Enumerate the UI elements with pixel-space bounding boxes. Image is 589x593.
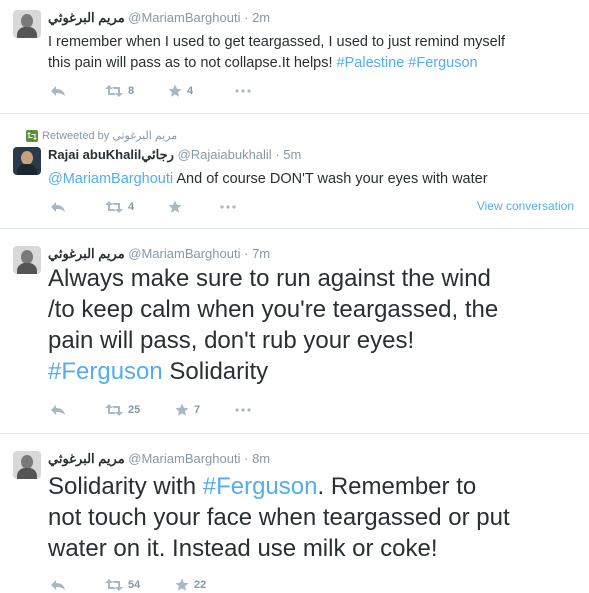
- retweet-badge: [26, 130, 38, 142]
- retweeter-name[interactable]: مريم البرغوثي: [112, 130, 177, 142]
- retweet-icon: [105, 579, 123, 591]
- avatar[interactable]: [13, 147, 41, 175]
- tweet-text-body: Always make sure to run against the wind…: [48, 265, 499, 354]
- star-icon: [168, 200, 182, 213]
- user-handle[interactable]: @MariamBarghouti: [128, 246, 240, 261]
- tweet[interactable]: مريم البرغوثي @MariamBarghouti · 8m Soli…: [0, 433, 589, 591]
- user-name[interactable]: مريم البرغوثي: [48, 246, 125, 261]
- reply-icon: [51, 202, 65, 212]
- reply-button[interactable]: [50, 402, 66, 418]
- favorite-count: 22: [194, 579, 207, 591]
- retweeted-by-label: Retweeted by: [42, 130, 110, 142]
- tweet-text: @MariamBarghouti And of course DON'T was…: [48, 169, 578, 190]
- favorite-count: 4: [187, 85, 194, 97]
- retweet-button[interactable]: 4: [105, 199, 134, 215]
- retweet-button[interactable]: 25: [105, 402, 140, 418]
- more-button[interactable]: [220, 199, 236, 215]
- hashtag-palestine[interactable]: #Palestine: [337, 55, 405, 71]
- tweet-text: Always make sure to run against the wind…: [48, 263, 583, 387]
- favorite-button[interactable]: [168, 199, 182, 215]
- tweet-actions: 54 22: [48, 577, 528, 593]
- star-icon: [175, 578, 189, 591]
- retweet-count: 25: [128, 404, 141, 416]
- separator: ·: [244, 10, 249, 25]
- tweet-text-tail: Solidarity: [162, 358, 269, 385]
- timestamp[interactable]: 5m: [283, 147, 301, 162]
- tweet-header: Rajai abuKhalilرجائي @Rajaiabukhalil · 5…: [48, 147, 301, 163]
- mention-link[interactable]: @MariamBarghouti: [48, 171, 173, 187]
- favorite-button[interactable]: 7: [175, 402, 200, 418]
- user-handle[interactable]: @MariamBarghouti: [128, 10, 240, 25]
- tweet-text-head: Solidarity with: [48, 473, 203, 500]
- reply-button[interactable]: [50, 577, 66, 593]
- tweet-text: Solidarity with #Ferguson. Remember to n…: [48, 471, 583, 564]
- timestamp[interactable]: 8m: [252, 451, 270, 466]
- favorite-button[interactable]: 22: [175, 577, 206, 593]
- view-conversation-link[interactable]: View conversation: [477, 199, 574, 213]
- more-button[interactable]: [235, 402, 251, 418]
- retweet-count: 8: [128, 85, 135, 97]
- retweet-icon: [105, 85, 123, 97]
- tweet-actions: 8 4: [48, 83, 528, 99]
- tweet-header: مريم البرغوثي @MariamBarghouti · 7m: [48, 246, 270, 262]
- tweet[interactable]: مريم البرغوثي @MariamBarghouti · 7m Alwa…: [0, 228, 589, 434]
- avatar[interactable]: [13, 10, 41, 38]
- avatar[interactable]: [13, 246, 41, 274]
- star-icon: [175, 403, 189, 416]
- user-name[interactable]: Rajai abuKhalilرجائي: [48, 147, 174, 162]
- timestamp[interactable]: 2m: [252, 10, 270, 25]
- retweet-icon: [27, 132, 37, 140]
- retweet-count: 54: [128, 579, 141, 591]
- reply-icon: [51, 86, 65, 96]
- tweet-text-body: And of course DON'T wash your eyes with …: [173, 171, 488, 187]
- retweet-count: 4: [128, 201, 135, 213]
- tweet[interactable]: Retweeted by مريم البرغوثي Rajai abuKhal…: [0, 113, 589, 229]
- retweeted-by: Retweeted by مريم البرغوثي: [42, 129, 177, 142]
- reply-button[interactable]: [50, 199, 66, 215]
- tweet[interactable]: مريم البرغوثي @MariamBarghouti · 2m I re…: [0, 0, 589, 114]
- more-button[interactable]: [235, 83, 251, 99]
- user-handle[interactable]: @MariamBarghouti: [128, 451, 240, 466]
- reply-icon: [51, 405, 65, 415]
- reply-icon: [51, 580, 65, 590]
- more-icon: [235, 89, 251, 93]
- retweet-icon: [105, 201, 123, 213]
- favorite-button[interactable]: 4: [168, 83, 193, 99]
- avatar[interactable]: [13, 451, 41, 479]
- retweet-icon: [105, 404, 123, 416]
- tweet-header: مريم البرغوثي @MariamBarghouti · 2m: [48, 10, 270, 26]
- retweet-button[interactable]: 54: [105, 577, 140, 593]
- more-icon: [220, 205, 236, 209]
- tweet-header: مريم البرغوثي @MariamBarghouti · 8m: [48, 451, 270, 467]
- separator: ·: [244, 246, 249, 261]
- user-name[interactable]: مريم البرغوثي: [48, 10, 125, 25]
- more-icon: [235, 408, 251, 412]
- hashtag-ferguson[interactable]: #Ferguson: [408, 55, 477, 71]
- retweet-button[interactable]: 8: [105, 83, 134, 99]
- tweet-text: I remember when I used to get teargassed…: [48, 32, 578, 74]
- hashtag-ferguson[interactable]: #Ferguson: [203, 473, 318, 500]
- user-name[interactable]: مريم البرغوثي: [48, 451, 125, 466]
- reply-button[interactable]: [50, 83, 66, 99]
- hashtag-ferguson[interactable]: #Ferguson: [48, 358, 163, 385]
- separator: ·: [244, 451, 249, 466]
- tweet-actions: 25 7: [48, 402, 528, 418]
- favorite-count: 7: [194, 404, 201, 416]
- timestamp[interactable]: 7m: [252, 246, 270, 261]
- separator: ·: [275, 147, 280, 162]
- star-icon: [168, 84, 182, 97]
- user-handle[interactable]: @Rajaiabukhalil: [178, 147, 272, 162]
